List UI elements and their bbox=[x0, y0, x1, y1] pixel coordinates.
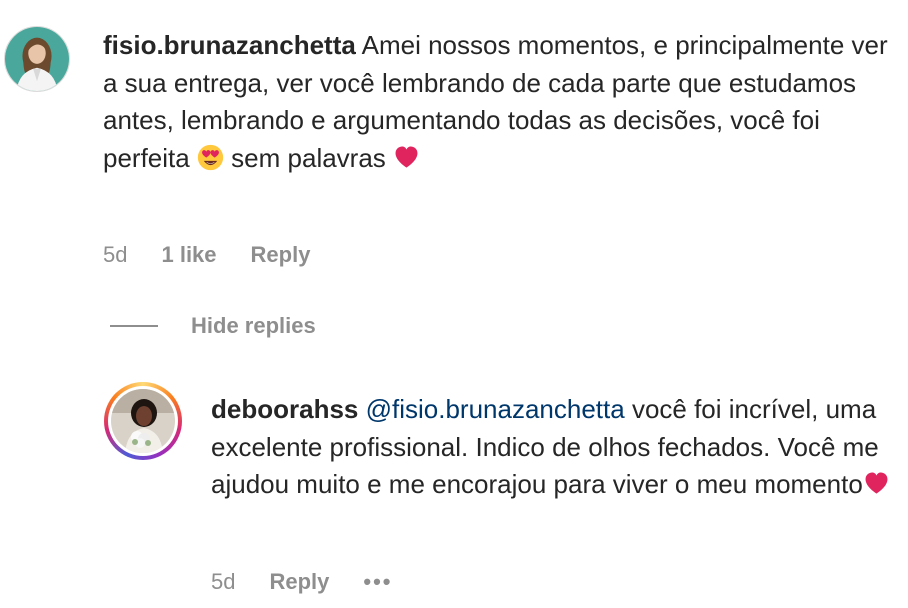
reply-button[interactable]: Reply bbox=[269, 569, 329, 595]
comment-likes-count[interactable]: 1 like bbox=[161, 242, 216, 268]
avatar-deboorahss-icon bbox=[111, 389, 175, 453]
hide-replies-divider bbox=[110, 325, 158, 327]
avatar-inner bbox=[108, 386, 178, 456]
hide-replies-label[interactable]: Hide replies bbox=[191, 313, 316, 339]
heart-eyes-emoji-icon bbox=[197, 144, 224, 170]
user-avatar-story-ring[interactable] bbox=[104, 382, 182, 460]
red-heart-emoji-icon bbox=[395, 146, 418, 168]
comment-username[interactable]: fisio.brunazanchetta bbox=[103, 30, 356, 60]
reply-timestamp[interactable]: 5d bbox=[211, 569, 235, 595]
reply-button[interactable]: Reply bbox=[251, 242, 311, 268]
red-heart-emoji-icon bbox=[865, 472, 888, 494]
reply-text: deboorahss @fisio.brunazanchetta você fo… bbox=[211, 391, 891, 504]
reply-username[interactable]: deboorahss bbox=[211, 394, 358, 424]
comment-body-part2: sem palavras bbox=[223, 142, 394, 173]
reply-meta: 5d Reply ••• bbox=[211, 569, 427, 595]
comment-meta: 5d 1 like Reply bbox=[103, 242, 344, 268]
more-options-icon[interactable]: ••• bbox=[363, 569, 392, 595]
hide-replies-button[interactable]: Hide replies bbox=[110, 313, 316, 339]
comment-timestamp[interactable]: 5d bbox=[103, 242, 127, 268]
avatar-fisio-brunazanchetta-icon bbox=[5, 27, 69, 91]
comment-text: fisio.brunazanchetta Amei nossos momento… bbox=[103, 27, 893, 177]
user-avatar[interactable] bbox=[4, 26, 70, 92]
reply-mention-link[interactable]: @fisio.brunazanchetta bbox=[366, 394, 625, 424]
